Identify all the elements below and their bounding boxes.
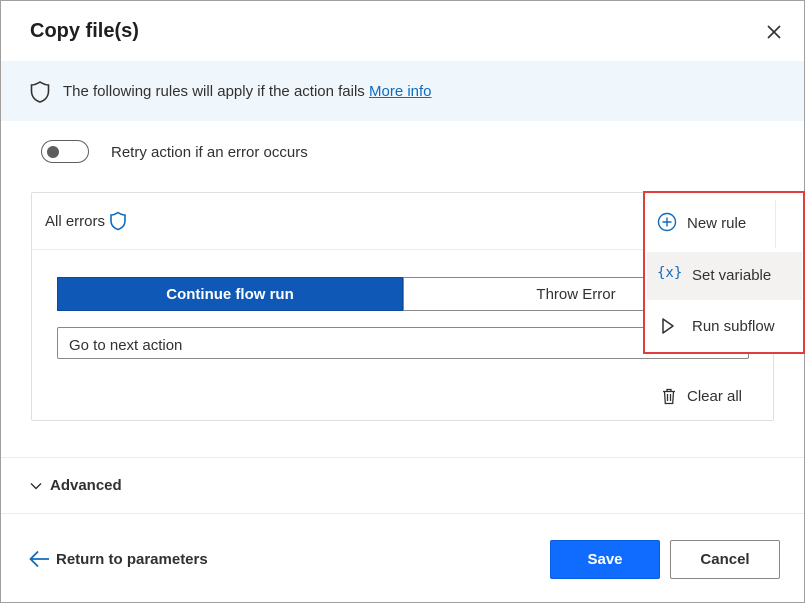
section-divider <box>1 457 804 458</box>
error-handling-dialog: Copy file(s) The following rules will ap… <box>0 0 805 603</box>
chevron-down-icon <box>30 482 42 489</box>
run-subflow-label: Run subflow <box>692 318 775 335</box>
dialog-title: Copy file(s) <box>30 20 139 42</box>
set-variable-label: Set variable <box>692 267 772 284</box>
new-rule-button[interactable]: New rule <box>647 200 776 248</box>
trash-icon <box>663 388 675 405</box>
add-circle-icon <box>657 212 677 236</box>
variable-icon: {x} <box>657 265 683 281</box>
add-rule-menu: New rule {x} Set variable Run subflow <box>643 191 805 354</box>
play-icon <box>661 317 675 339</box>
advanced-label: Advanced <box>50 477 122 494</box>
info-banner: The following rules will apply if the ac… <box>1 61 804 121</box>
arrow-left-icon <box>29 550 49 568</box>
retry-toggle[interactable] <box>41 140 89 163</box>
footer-divider <box>1 513 804 514</box>
advanced-section-toggle[interactable]: Advanced <box>30 477 122 494</box>
retry-toggle-label: Retry action if an error occurs <box>111 144 308 161</box>
clear-all-label: Clear all <box>687 388 743 405</box>
menu-item-run-subflow[interactable]: Run subflow <box>647 303 802 351</box>
shield-icon <box>29 80 51 109</box>
tab-continue-flow-run[interactable]: Continue flow run <box>57 277 403 311</box>
banner-text: The following rules will apply if the ac… <box>63 83 432 100</box>
clear-all-button[interactable]: Clear all <box>662 388 742 405</box>
new-rule-label: New rule <box>687 215 747 232</box>
more-info-link[interactable]: More info <box>369 83 432 100</box>
close-icon[interactable] <box>763 21 785 43</box>
menu-item-set-variable[interactable]: {x} Set variable <box>647 252 802 300</box>
save-button[interactable]: Save <box>550 540 660 579</box>
rule-title: All errors <box>45 213 106 230</box>
return-label: Return to parameters <box>56 550 208 568</box>
cancel-button[interactable]: Cancel <box>670 540 780 579</box>
banner-message: The following rules will apply if the ac… <box>63 83 365 100</box>
toggle-knob <box>47 146 59 158</box>
shield-icon <box>109 211 127 236</box>
return-to-parameters-link[interactable]: Return to parameters <box>29 550 208 568</box>
